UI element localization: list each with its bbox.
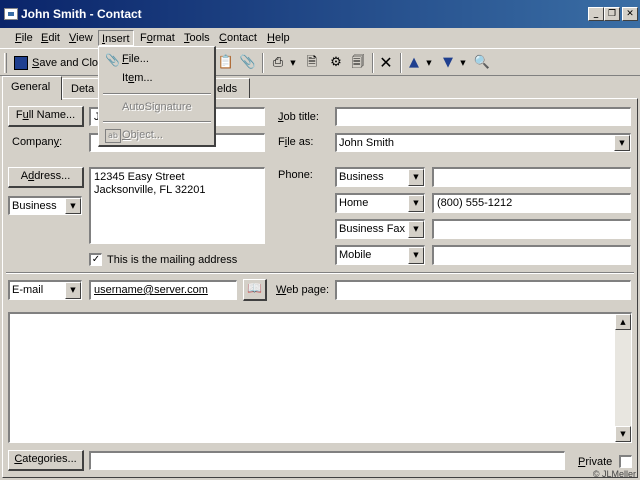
delete-icon[interactable]: ✕: [376, 53, 396, 73]
menu-format[interactable]: Format: [137, 30, 178, 46]
recurrence-icon[interactable]: ⚙: [326, 53, 346, 73]
address-textarea[interactable]: 12345 Easy Street Jacksonville, FL 32201: [89, 167, 265, 244]
dropdown-arrow-icon[interactable]: ▼: [408, 221, 424, 238]
object-icon: ab: [105, 129, 121, 143]
file-as-value: John Smith: [339, 137, 395, 149]
company-label: Company:: [12, 136, 63, 148]
dropdown-arrow-icon[interactable]: ▼: [614, 135, 630, 151]
address-card-icon[interactable]: 🗐: [348, 53, 368, 73]
dropdown-arrow-icon[interactable]: ▼: [408, 195, 424, 212]
phone-type-value: Mobile: [339, 249, 372, 261]
menu-contact[interactable]: Contact: [216, 30, 260, 46]
toolbar-separator: [372, 53, 374, 73]
menu-edit[interactable]: Edit: [38, 30, 63, 46]
email-type-combobox[interactable]: E-mail ▼: [8, 280, 82, 300]
menu-tools[interactable]: Tools: [181, 30, 213, 46]
phone-type-business-combobox[interactable]: Business ▼: [335, 167, 425, 187]
next-dropdown-arrow-icon[interactable]: ▼: [458, 53, 468, 73]
standard-toolbar: Save and Clo 📋 📎 ⎙ ▼ 🗎 ⚙ 🗐 ✕ ▲ ▼ ▼ ▼ 🔍: [0, 48, 640, 76]
floppy-disk-icon: [14, 56, 28, 70]
tab-all-fields[interactable]: elds: [212, 78, 250, 99]
insert-autosignature-menu-item[interactable]: AutoSignature: [101, 97, 213, 117]
phone-type-business-fax-combobox[interactable]: Business Fax ▼: [335, 219, 425, 239]
paperclip-icon[interactable]: 📎: [238, 53, 258, 73]
job-title-input[interactable]: [335, 107, 631, 126]
print-icon[interactable]: ⎙: [268, 53, 288, 73]
business-phone-input[interactable]: [432, 167, 631, 187]
scroll-up-arrow-icon[interactable]: ▲: [615, 314, 631, 330]
menu-separator: [103, 121, 211, 123]
dropdown-arrow-icon[interactable]: ▼: [408, 169, 424, 186]
home-phone-input[interactable]: (800) 555-1212: [432, 193, 631, 213]
phone-type-mobile-combobox[interactable]: Mobile ▼: [335, 245, 425, 265]
menu-bar: File Edit View Insert Format Tools Conta…: [0, 28, 640, 48]
address-type-combobox[interactable]: Business ▼: [8, 196, 82, 215]
toolbar-separator: [400, 53, 402, 73]
phone-type-value: Business: [339, 171, 384, 183]
menu-help[interactable]: Help: [264, 30, 293, 46]
address-book-icon[interactable]: 📖: [243, 279, 267, 301]
address-line-1: 12345 Easy Street: [94, 171, 185, 183]
scroll-down-arrow-icon[interactable]: ▼: [615, 426, 631, 442]
dropdown-arrow-icon[interactable]: ▼: [408, 247, 424, 264]
job-title-label: Job title:: [278, 111, 319, 123]
notes-textarea[interactable]: ▲ ▼: [8, 312, 632, 443]
contact-card-icon[interactable]: [4, 8, 18, 20]
section-divider: [6, 272, 634, 274]
mailing-address-checkbox[interactable]: ✓: [89, 253, 102, 266]
new-item-icon[interactable]: 🗎: [302, 53, 322, 73]
private-checkbox[interactable]: [619, 455, 632, 468]
full-name-button[interactable]: Full Name...: [8, 106, 84, 127]
phone-label: Phone:: [278, 169, 313, 181]
phone-type-value: Business Fax: [339, 223, 406, 235]
minimize-button[interactable]: _: [588, 7, 604, 21]
paste-icon[interactable]: 📋: [216, 53, 236, 73]
menu-insert[interactable]: Insert: [98, 30, 134, 46]
insert-object-menu-item[interactable]: ab Object...: [101, 125, 213, 145]
help-icon[interactable]: 🔍: [472, 53, 492, 73]
dropdown-arrow-icon[interactable]: ▼: [65, 282, 81, 299]
window-title: John Smith - Contact: [21, 7, 142, 21]
mailing-address-label: This is the mailing address: [107, 254, 238, 266]
categories-input[interactable]: [89, 451, 565, 470]
title-bar[interactable]: John Smith - Contact _ ❐ ✕: [0, 0, 640, 28]
phone-type-home-combobox[interactable]: Home ▼: [335, 193, 425, 213]
menu-file[interactable]: File: [12, 30, 36, 46]
business-fax-input[interactable]: [432, 219, 631, 239]
previous-item-icon[interactable]: ▲: [404, 53, 424, 73]
paperclip-icon: 📎: [105, 53, 120, 67]
address-line-2: Jacksonville, FL 32201: [94, 184, 206, 196]
file-as-label: File as:: [278, 136, 314, 148]
file-as-combobox[interactable]: John Smith ▼: [335, 133, 631, 152]
tab-details[interactable]: Deta: [62, 78, 102, 99]
web-page-input[interactable]: [335, 280, 631, 300]
mobile-phone-input[interactable]: [432, 245, 631, 265]
copyright-text: © JLMeller: [592, 469, 636, 479]
tab-general[interactable]: General: [2, 76, 62, 100]
email-type-value: E-mail: [12, 284, 44, 296]
menu-view[interactable]: View: [66, 30, 96, 46]
toolbar-separator: [262, 53, 264, 73]
email-input[interactable]: username@server.com: [89, 280, 237, 300]
maximize-button[interactable]: ❐: [604, 7, 620, 21]
print-dropdown-arrow-icon[interactable]: ▼: [288, 53, 298, 73]
insert-file-menu-item[interactable]: 📎 File...: [101, 49, 213, 69]
next-item-icon[interactable]: ▼: [438, 53, 458, 73]
address-type-value: Business: [12, 200, 57, 212]
save-and-close-button[interactable]: Save and Clo: [12, 53, 100, 73]
insert-item-menu-item[interactable]: Item...: [101, 68, 213, 88]
private-label: Private: [578, 456, 613, 468]
address-button[interactable]: Address...: [8, 167, 84, 188]
phone-type-value: Home: [339, 197, 369, 209]
dropdown-arrow-icon[interactable]: ▼: [65, 198, 81, 214]
menu-separator: [103, 93, 211, 95]
close-button[interactable]: ✕: [622, 7, 638, 21]
notes-scrollbar[interactable]: ▲ ▼: [615, 314, 631, 442]
insert-menu-dropdown: 📎 File... Item... AutoSignature ab Objec…: [98, 46, 216, 147]
toolbar-grip[interactable]: [4, 53, 7, 73]
previous-dropdown-arrow-icon[interactable]: ▼: [424, 53, 434, 73]
categories-button[interactable]: Categories...: [8, 450, 84, 471]
web-page-label: Web page:: [276, 284, 330, 296]
